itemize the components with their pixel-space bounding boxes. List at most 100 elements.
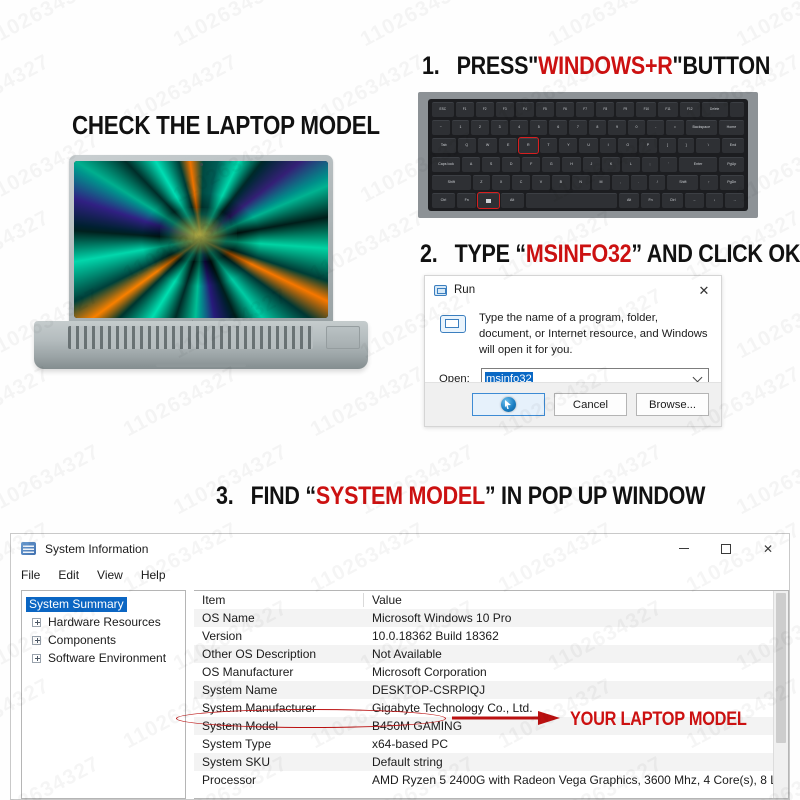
key-f10[interactable]: F10: [636, 102, 657, 117]
key-c[interactable]: C: [512, 174, 531, 190]
key--[interactable]: ←: [685, 192, 705, 208]
key-f11[interactable]: F11: [658, 102, 678, 117]
maximize-icon[interactable]: [705, 534, 747, 563]
key-f12[interactable]: F12: [679, 102, 700, 117]
key-f5[interactable]: F5: [535, 102, 555, 117]
tree-item-hardware-resources[interactable]: Hardware Resources: [22, 613, 185, 631]
sysinfo-tree-panel[interactable]: System Summary Hardware Resources Componen…: [21, 590, 186, 799]
vertical-scrollbar[interactable]: [773, 591, 788, 798]
key--[interactable]: /: [649, 174, 666, 190]
key-delete[interactable]: Delete: [701, 102, 728, 117]
tree-item-system-summary[interactable]: System Summary: [22, 595, 185, 613]
key-fn[interactable]: Fn: [456, 192, 477, 208]
key-ctrl[interactable]: Ctrl: [432, 192, 455, 208]
key-s[interactable]: S: [482, 156, 501, 172]
table-row[interactable]: System Name DESKTOP-CSRPIQJ: [194, 681, 788, 699]
key-6[interactable]: 6: [549, 120, 568, 136]
key-z[interactable]: Z: [472, 174, 491, 190]
key-f6[interactable]: F6: [556, 102, 575, 117]
key-8[interactable]: 8: [588, 120, 607, 136]
key-n[interactable]: N: [571, 174, 590, 190]
key-x[interactable]: X: [492, 174, 511, 190]
table-row[interactable]: System Type x64-based PC: [194, 735, 788, 753]
browse-button[interactable]: Browse...: [636, 393, 709, 416]
key-pgdn[interactable]: PgDn: [719, 174, 744, 190]
key-g[interactable]: G: [542, 156, 561, 172]
key-backspace[interactable]: Backspace: [685, 120, 717, 136]
key-end[interactable]: End: [721, 138, 745, 154]
expand-plus-icon[interactable]: [32, 653, 41, 663]
table-row[interactable]: Version 10.0.18362 Build 18362: [194, 627, 788, 645]
key-e[interactable]: E: [499, 138, 518, 154]
key-a[interactable]: A: [462, 156, 481, 172]
key-q[interactable]: Q: [457, 138, 477, 154]
table-row[interactable]: OS Manufacturer Microsoft Corporation: [194, 663, 788, 681]
key--[interactable]: ;: [641, 156, 659, 172]
key-blank[interactable]: [729, 102, 744, 117]
key--[interactable]: ': [660, 156, 677, 172]
key-f7[interactable]: F7: [576, 102, 595, 117]
key-1[interactable]: 1: [451, 120, 470, 136]
minimize-icon[interactable]: [663, 534, 705, 563]
key-f4[interactable]: F4: [515, 102, 534, 117]
key-t[interactable]: T: [539, 138, 558, 154]
key--[interactable]: ,: [612, 174, 629, 190]
expand-plus-icon[interactable]: [32, 635, 41, 645]
key-i[interactable]: I: [599, 138, 617, 154]
key-m[interactable]: M: [591, 174, 611, 190]
key-9[interactable]: 9: [608, 120, 626, 136]
key-y[interactable]: Y: [559, 138, 578, 154]
table-row[interactable]: Other OS Description Not Available: [194, 645, 788, 663]
key-0[interactable]: 0: [627, 120, 646, 136]
key-f9[interactable]: F9: [616, 102, 635, 117]
key-blank[interactable]: [525, 192, 618, 208]
key-fn[interactable]: Fn: [640, 192, 661, 208]
key--[interactable]: [: [659, 138, 676, 154]
key-r[interactable]: R: [518, 137, 539, 155]
key--[interactable]: =: [666, 120, 684, 136]
key-alt[interactable]: Alt: [500, 192, 524, 208]
key-k[interactable]: K: [602, 156, 621, 172]
tree-item-software-environment[interactable]: Software Environment: [22, 649, 185, 667]
key-f8[interactable]: F8: [596, 102, 615, 117]
scrollbar-thumb[interactable]: [776, 593, 786, 743]
key--[interactable]: ]: [677, 138, 695, 154]
menu-item-file[interactable]: File: [21, 568, 40, 582]
key-o[interactable]: O: [618, 138, 637, 154]
key-5[interactable]: 5: [529, 120, 548, 136]
key-enter[interactable]: Enter: [678, 156, 718, 172]
key--[interactable]: -: [647, 120, 665, 136]
ok-button[interactable]: OK: [472, 393, 545, 416]
close-icon[interactable]: ✕: [747, 534, 789, 563]
key-caps-lock[interactable]: Caps lock: [432, 156, 461, 172]
key-f2[interactable]: F2: [475, 102, 494, 117]
key-3[interactable]: 3: [490, 120, 509, 136]
key-f3[interactable]: F3: [495, 102, 514, 117]
key-7[interactable]: 7: [569, 120, 587, 136]
key-l[interactable]: L: [622, 156, 640, 172]
menu-item-view[interactable]: View: [97, 568, 123, 582]
key-esc[interactable]: ESC: [432, 102, 454, 117]
key-shift[interactable]: Shift: [432, 174, 471, 190]
key-f[interactable]: F: [522, 156, 541, 172]
key--[interactable]: ↑: [700, 174, 718, 190]
key--[interactable]: .: [630, 174, 647, 190]
menu-item-help[interactable]: Help: [141, 568, 166, 582]
key-u[interactable]: U: [579, 138, 598, 154]
key-shift[interactable]: Shift: [667, 174, 699, 190]
key-4[interactable]: 4: [510, 120, 528, 136]
key--[interactable]: →: [725, 192, 744, 208]
key-ctrl[interactable]: Ctrl: [662, 192, 684, 208]
table-row[interactable]: Processor AMD Ryzen 5 2400G with Radeon V…: [194, 771, 788, 789]
key--[interactable]: ↓: [706, 192, 724, 208]
column-header-value[interactable]: Value: [364, 593, 788, 607]
key-windows[interactable]: [477, 191, 500, 209]
key-h[interactable]: H: [562, 156, 581, 172]
cancel-button[interactable]: Cancel: [554, 393, 627, 416]
table-row[interactable]: OS Name Microsoft Windows 10 Pro: [194, 609, 788, 627]
key-v[interactable]: V: [532, 174, 550, 190]
table-row[interactable]: System SKU Default string: [194, 753, 788, 771]
key-f1[interactable]: F1: [455, 102, 474, 117]
close-icon[interactable]: ✕: [691, 279, 717, 301]
key--[interactable]: ~: [432, 120, 450, 136]
